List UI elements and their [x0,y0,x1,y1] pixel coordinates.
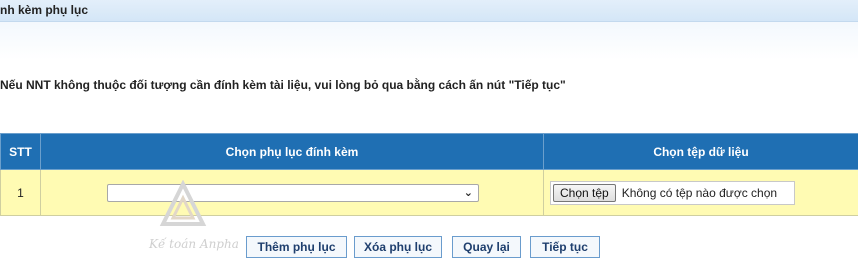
delete-appendix-button[interactable]: Xóa phụ lục [354,236,442,258]
header-band [0,22,858,60]
file-cell: Chọn tệp Không có tệp nào được chọn [543,169,858,216]
watermark-text: Kế toán Anpha [149,237,239,251]
section-title: nh kèm phụ lục [0,3,89,17]
watermark-logo: Kế toán Anpha [145,179,240,255]
column-header-stt: STT [0,133,41,170]
appendix-table: STT Chọn phụ lục đính kèm Chọn tệp dữ li… [0,133,858,216]
section-title-bar: nh kèm phụ lục [0,0,858,22]
table-header-row: STT Chọn phụ lục đính kèm Chọn tệp dữ li… [0,133,858,170]
file-input[interactable]: Chọn tệp Không có tệp nào được chọn [550,180,795,205]
add-appendix-button[interactable]: Thêm phụ lục [246,236,347,258]
notice-text: Nếu NNT không thuộc đối tượng cần đính k… [0,78,566,92]
file-status-text: Không có tệp nào được chọn [621,185,778,200]
row-stt: 1 [0,169,41,216]
appendix-cell: ⌄ [40,169,544,216]
chevron-down-icon: ⌄ [463,186,473,199]
logo-triangle-icon [159,179,207,226]
continue-button[interactable]: Tiếp tục [530,236,600,258]
choose-file-button[interactable]: Chọn tệp [553,183,616,202]
column-header-file: Chọn tệp dữ liệu [543,133,858,170]
back-button[interactable]: Quay lại [452,236,521,258]
table-row: 1 ⌄ Chọn tệp Không có tệp nào được chọn [0,169,858,216]
column-header-appendix: Chọn phụ lục đính kèm [40,133,544,170]
